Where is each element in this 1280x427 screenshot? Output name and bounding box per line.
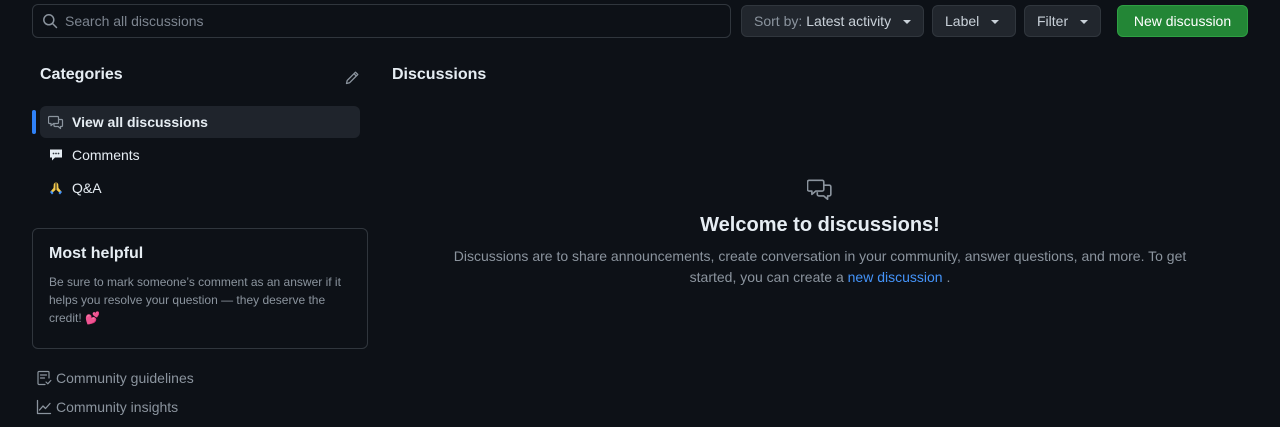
comment-discussion-icon (48, 114, 64, 130)
search-icon (43, 14, 58, 29)
search-input[interactable] (65, 5, 722, 37)
new-discussion-link[interactable]: new discussion (848, 269, 943, 285)
toolbar: Sort by: Latest activity Label Filter Ne… (0, 0, 1280, 42)
pencil-icon[interactable] (344, 70, 360, 86)
category-label: View all discussions (72, 114, 208, 130)
filter-dropdown[interactable]: Filter (1024, 5, 1101, 37)
label-dropdown[interactable]: Label (932, 5, 1016, 37)
category-label: Q&A (72, 180, 102, 196)
categories-header: Categories (40, 66, 360, 88)
sort-value: Latest activity (806, 13, 892, 29)
category-item-view-all[interactable]: View all discussions (32, 106, 360, 138)
new-discussion-button[interactable]: New discussion (1117, 5, 1248, 37)
speech-balloon-emoji-icon (48, 147, 64, 163)
praying-hands-emoji-icon (48, 180, 64, 196)
search-box[interactable] (32, 4, 731, 38)
filter-button-text: Filter (1037, 13, 1069, 29)
category-item-qa[interactable]: Q&A (32, 172, 360, 204)
sort-prefix: Sort by: (754, 13, 803, 29)
category-label: Comments (72, 147, 140, 163)
graph-icon (36, 399, 52, 415)
sort-dropdown[interactable]: Sort by: Latest activity (741, 5, 924, 37)
category-list: View all discussions Comments Q&A (32, 106, 360, 205)
empty-state-text-end: . (946, 269, 951, 285)
community-guidelines-link[interactable]: Community guidelines (36, 368, 194, 388)
category-item-comments[interactable]: Comments (32, 139, 360, 171)
caret-down-icon (903, 20, 912, 24)
two-hearts-emoji: 💕 (85, 311, 100, 325)
empty-state-text: Discussions are to share announcements, … (453, 248, 1187, 285)
comment-discussion-icon (807, 179, 832, 201)
empty-state-description: Discussions are to share announcements, … (448, 246, 1192, 288)
community-guidelines-label: Community guidelines (56, 370, 194, 386)
label-button-text: Label (945, 13, 980, 29)
community-insights-label: Community insights (56, 399, 179, 415)
community-insights-link[interactable]: Community insights (36, 397, 178, 417)
most-helpful-title: Most helpful (49, 245, 144, 262)
checklist-icon (37, 370, 52, 386)
page-title: Discussions (392, 66, 487, 83)
most-helpful-body: Be sure to mark someone’s comment as an … (49, 273, 351, 327)
new-discussion-button-text: New discussion (1133, 13, 1232, 29)
caret-down-icon (991, 20, 1000, 24)
empty-state-title: Welcome to discussions! (700, 214, 940, 236)
caret-down-icon (1080, 20, 1089, 24)
most-helpful-card: Most helpful Be sure to mark someone’s c… (32, 228, 368, 349)
active-indicator (32, 110, 36, 134)
categories-title: Categories (40, 66, 123, 83)
